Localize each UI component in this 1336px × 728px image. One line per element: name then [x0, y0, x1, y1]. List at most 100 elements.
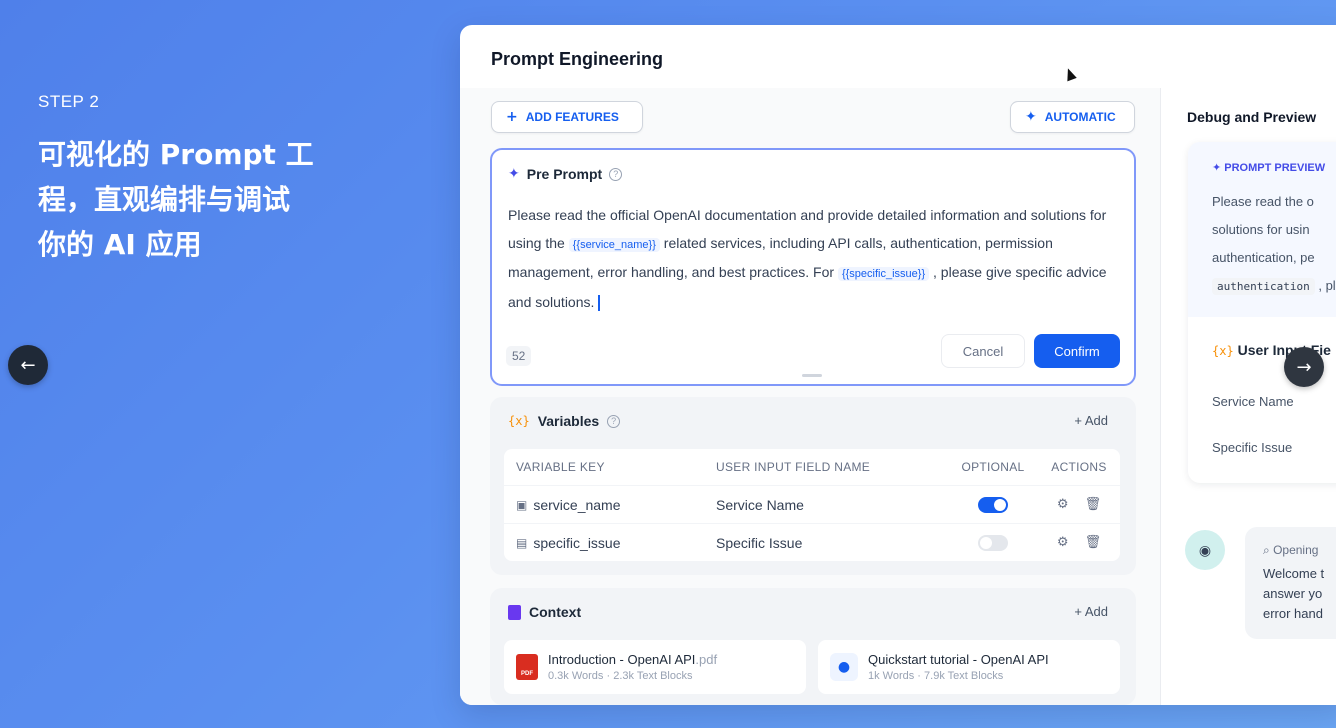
opening-text: Welcome t answer yo error hand [1263, 564, 1336, 624]
preview-line: Please read the o [1212, 194, 1314, 209]
settings-icon[interactable]: ⚙ [1057, 497, 1069, 512]
user-input-field-label: Service Name [1212, 394, 1294, 409]
actions-cell: ⚙ 🗑 [1038, 535, 1120, 550]
next-slide-button[interactable]: → [1284, 347, 1324, 387]
pre-prompt-editor[interactable]: ✦ Pre Prompt ? Please read the official … [490, 148, 1136, 386]
arrow-right-icon: → [1296, 356, 1312, 378]
column-header: OPTIONAL [961, 460, 1025, 474]
headline-line: 程，直观编排与调试 [38, 183, 291, 216]
variable-key-cell[interactable]: ▣ service_name [504, 497, 716, 513]
automatic-label: AUTOMATIC [1044, 110, 1116, 124]
variables-title: Variables [537, 413, 600, 429]
resize-handle[interactable] [802, 374, 822, 377]
preview-line: authentication, pe [1212, 250, 1315, 265]
variable-key-cell[interactable]: ▤ specific_issue [504, 535, 716, 551]
window-title: Prompt Engineering [491, 49, 664, 69]
context-item-meta: 1k Words · 7.9k Text Blocks [868, 670, 1004, 682]
prev-slide-button[interactable]: ← [8, 345, 48, 385]
confirm-button[interactable]: Confirm [1034, 334, 1120, 368]
panel-divider [1160, 88, 1161, 705]
sparkle-icon: ✦ [1025, 109, 1037, 125]
column-header: VARIABLE KEY [516, 460, 605, 474]
optional-toggle[interactable] [978, 534, 1008, 551]
opening-label: ⌕ Opening [1263, 543, 1319, 557]
trash-icon[interactable]: 🗑 [1085, 535, 1102, 550]
pre-prompt-text[interactable]: Please read the official OpenAI document… [508, 202, 1118, 316]
variable-chip: {{service_name}} [568, 237, 660, 252]
file-extension: .pdf [695, 652, 718, 667]
arrow-left-icon: ← [20, 354, 36, 376]
context-item[interactable]: ● Quickstart tutorial - OpenAI API 1k Wo… [818, 640, 1120, 694]
pre-prompt-header: ✦ Pre Prompt ? [508, 166, 623, 182]
preview-chip: authentication [1212, 278, 1315, 295]
prompt-preview-card: ✦ PROMPT PREVIEW Please read the o solut… [1188, 142, 1336, 483]
add-variable-button[interactable]: + Add [1074, 413, 1108, 428]
context-item-name: Quickstart tutorial - OpenAI API [868, 652, 1049, 667]
plus-icon: + [506, 109, 518, 125]
opening-message: ⌕ Opening Welcome t answer yo error hand [1245, 527, 1336, 639]
user-input-field-label: Specific Issue [1212, 440, 1293, 455]
trash-icon[interactable]: 🗑 [1085, 497, 1102, 512]
settings-icon[interactable]: ⚙ [1057, 535, 1069, 550]
opening-label-text: Opening [1273, 543, 1319, 557]
globe-icon: ● [830, 653, 858, 681]
prompt-preview-label-text: PROMPT PREVIEW [1224, 162, 1326, 174]
opening-line: error hand [1263, 606, 1323, 621]
variables-card: {x} Variables ? + Add VARIABLE KEY USER … [490, 397, 1136, 575]
document-icon [508, 604, 521, 620]
variables-header: {x} Variables ? [508, 413, 621, 429]
add-context-button[interactable]: + Add [1074, 604, 1108, 619]
prompt-preview-section: ✦ PROMPT PREVIEW Please read the o solut… [1188, 142, 1336, 317]
context-header: Context [508, 604, 581, 620]
headline-line: 你的 AI 应用 [38, 228, 202, 261]
table-header: VARIABLE KEY USER INPUT FIELD NAME OPTIO… [504, 449, 1120, 485]
app-window: Prompt Engineering + ADD FEATURES ✦ AUTO… [460, 25, 1336, 705]
table-row: ▣ service_name Service Name ⚙ 🗑 [504, 485, 1120, 523]
context-item-meta: 0.3k Words · 2.3k Text Blocks [548, 670, 693, 682]
help-icon[interactable]: ? [609, 167, 623, 181]
optional-toggle[interactable] [978, 496, 1008, 513]
variable-key: specific_issue [533, 534, 621, 551]
column-header: USER INPUT FIELD NAME [716, 460, 871, 474]
variables-table: VARIABLE KEY USER INPUT FIELD NAME OPTIO… [504, 449, 1120, 561]
field-name-cell[interactable]: Specific Issue [716, 535, 948, 551]
prompt-preview-label: ✦ PROMPT PREVIEW [1212, 162, 1326, 174]
mouse-cursor-icon [1063, 66, 1077, 82]
pre-prompt-title: Pre Prompt [526, 166, 603, 182]
field-name-cell[interactable]: Service Name [716, 497, 948, 513]
add-features-button[interactable]: + ADD FEATURES [491, 101, 643, 133]
preview-line: solutions for usin [1212, 222, 1310, 237]
column-header: ACTIONS [1051, 460, 1107, 474]
text-caret [598, 294, 601, 311]
cancel-button[interactable]: Cancel [941, 334, 1025, 368]
variable-key: service_name [533, 496, 621, 513]
opening-line: Welcome t [1263, 566, 1325, 581]
debug-preview-title: Debug and Preview [1187, 109, 1317, 125]
variable-icon: {x} [1212, 344, 1234, 358]
optional-cell [948, 496, 1038, 513]
actions-cell: ⚙ 🗑 [1038, 497, 1120, 512]
help-icon[interactable]: ? [607, 414, 621, 428]
text-input-icon: ▣ [516, 497, 528, 512]
table-row: ▤ specific_issue Specific Issue ⚙ 🗑 [504, 523, 1120, 561]
automatic-button[interactable]: ✦ AUTOMATIC [1010, 101, 1135, 133]
hero-text: STEP 2 可视化的 Prompt 工 程，直观编排与调试 你的 AI 应用 [38, 92, 398, 267]
optional-cell [948, 534, 1038, 551]
context-title: Context [529, 604, 582, 620]
char-count: 52 [506, 346, 532, 366]
prompt-preview-text: Please read the o solutions for usin aut… [1212, 188, 1336, 301]
paragraph-icon: ▤ [516, 535, 528, 550]
preview-line-tail: , pl [1318, 278, 1336, 293]
preview-line: authentication , pl [1212, 272, 1336, 301]
headline: 可视化的 Prompt 工 程，直观编排与调试 你的 AI 应用 [38, 132, 398, 267]
context-item-name: Introduction - OpenAI API.pdf [548, 652, 717, 667]
context-item[interactable]: PDF Introduction - OpenAI API.pdf 0.3k W… [504, 640, 806, 694]
add-features-label: ADD FEATURES [525, 110, 619, 124]
context-card: Context + Add PDF Introduction - OpenAI … [490, 588, 1136, 705]
file-name: Introduction - OpenAI API [548, 652, 696, 667]
sparkle-icon: ✦ [508, 166, 520, 182]
variable-icon: {x} [508, 414, 530, 428]
step-label: STEP 2 [38, 92, 100, 111]
variable-chip: {{specific_issue}} [837, 267, 930, 281]
headline-line: 可视化的 Prompt 工 [38, 138, 314, 171]
